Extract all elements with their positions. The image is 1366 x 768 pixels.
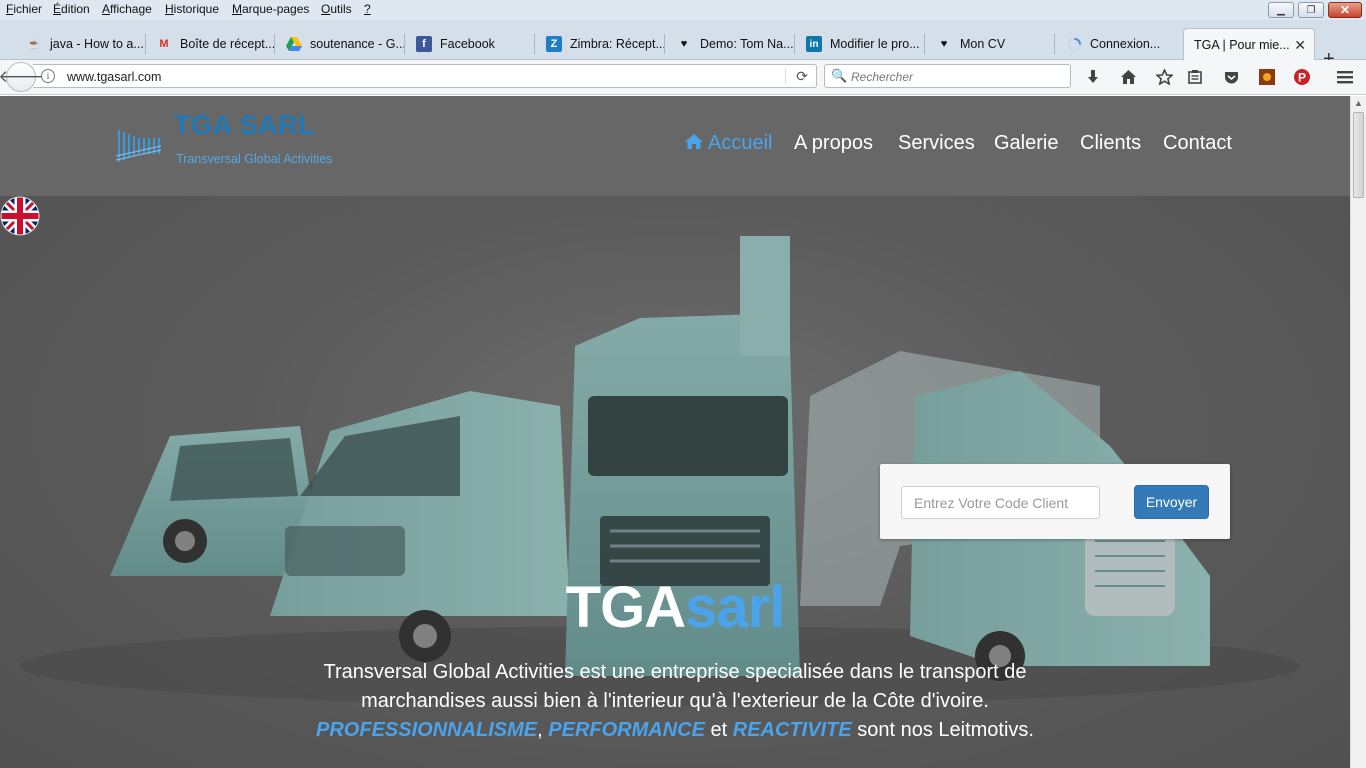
tga-logo-icon xyxy=(116,130,162,162)
tab-drive[interactable]: soutenance - G... xyxy=(274,28,405,60)
tab-connexion[interactable]: Connexion... xyxy=(1054,28,1182,60)
logo-title[interactable]: TGA SARL xyxy=(174,110,315,141)
menu-fichier[interactable]: Fichier xyxy=(6,2,42,16)
tab-tga-active[interactable]: TGA | Pour mie... ✕ xyxy=(1183,28,1315,60)
hero-tagline-tail: sont nos Leitmotivs. xyxy=(857,719,1034,741)
close-window-button[interactable]: ✕ xyxy=(1328,2,1362,18)
minimize-button[interactable]: ▁ xyxy=(1268,2,1294,18)
nav-clients[interactable]: Clients xyxy=(1080,132,1141,155)
reading-list-icon[interactable] xyxy=(1184,66,1206,88)
extension-icon[interactable] xyxy=(1256,66,1278,88)
tab-label: java - How to a... xyxy=(50,37,144,51)
hero-title: TGAsarl xyxy=(0,574,1350,641)
hero-title-sarl: sarl xyxy=(685,575,785,640)
tab-bar: ☕ java - How to a... M Boîte de récept... … xyxy=(0,20,1366,70)
tab-label: TGA | Pour mie... xyxy=(1194,37,1290,52)
menu-affichage[interactable]: Affichage xyxy=(102,2,152,16)
nav-toolbar: i www.tgasarl.com ⟳ 🡐 🔍 Rechercher P xyxy=(0,60,1366,95)
downloads-icon[interactable] xyxy=(1082,66,1104,88)
page-scrollbar[interactable]: ▲ xyxy=(1350,96,1366,768)
restore-icon: ❐ xyxy=(1306,4,1316,16)
envoyer-button[interactable]: Envoyer xyxy=(1134,485,1209,519)
keyword-reactivite: REACTIVITE xyxy=(732,719,852,741)
zimbra-icon: Z xyxy=(546,36,562,52)
close-icon: ✕ xyxy=(1339,3,1351,17)
nav-label: Accueil xyxy=(708,132,773,154)
svg-text:P: P xyxy=(1298,71,1306,85)
minimize-icon: ▁ xyxy=(1277,4,1285,16)
reload-icon[interactable]: ⟳ xyxy=(796,68,808,85)
home-icon[interactable] xyxy=(1117,66,1139,88)
uk-flag-language-icon[interactable] xyxy=(0,196,40,236)
client-code-input[interactable] xyxy=(901,486,1100,519)
bookmark-star-icon[interactable] xyxy=(1153,66,1175,88)
hero-description-text: Transversal Global Activities est une en… xyxy=(323,661,1027,712)
tab-label: Connexion... xyxy=(1090,37,1161,51)
gmail-icon: M xyxy=(159,38,169,50)
url-text[interactable]: www.tgasarl.com xyxy=(67,70,161,84)
web-page: TGA SARL Transversal Global Activities A… xyxy=(0,96,1350,768)
search-input[interactable]: 🔍 Rechercher xyxy=(824,64,1071,88)
site-header: TGA SARL Transversal Global Activities A… xyxy=(0,96,1350,196)
tab-demo[interactable]: ♥ Demo: Tom Na... xyxy=(664,28,795,60)
scrollbar-thumb[interactable] xyxy=(1353,112,1364,198)
close-tab-icon[interactable]: ✕ xyxy=(1294,37,1306,54)
keyword-performance: PERFORMANCE xyxy=(548,719,705,741)
nav-galerie[interactable]: Galerie xyxy=(994,132,1058,155)
hero-title-tga: TGA xyxy=(565,575,686,640)
menu-bar: Fichier Édition Affichage Historique Mar… xyxy=(0,0,1366,20)
google-drive-icon xyxy=(286,36,302,52)
logo-subtitle: Transversal Global Activities xyxy=(176,152,333,166)
tab-label: Boîte de récept... xyxy=(180,37,275,51)
restore-button[interactable]: ❐ xyxy=(1298,2,1324,18)
keyword-professionnalisme: PROFESSIONNALISME xyxy=(316,719,538,741)
menu-historique[interactable]: Historique xyxy=(165,2,219,16)
tab-label: Demo: Tom Na... xyxy=(700,37,794,51)
conjunction-et: et xyxy=(710,719,728,741)
nav-accueil[interactable]: Accueil xyxy=(684,132,772,155)
home-icon xyxy=(685,134,703,149)
tab-label: Mon CV xyxy=(960,37,1006,51)
loading-spinner-icon xyxy=(1066,36,1082,52)
nav-a-propos[interactable]: A propos xyxy=(794,132,873,155)
menu-help[interactable]: ? xyxy=(364,2,371,16)
url-bar[interactable]: i www.tgasarl.com ⟳ xyxy=(33,64,817,88)
tab-zimbra[interactable]: Z Zimbra: Récept... xyxy=(534,28,665,60)
tab-gmail[interactable]: M Boîte de récept... xyxy=(144,28,275,60)
nav-services[interactable]: Services xyxy=(898,132,975,155)
facebook-icon: f xyxy=(416,36,432,52)
search-icon: 🔍 xyxy=(831,68,848,83)
menu-edition[interactable]: Édition xyxy=(53,2,90,16)
search-placeholder: Rechercher xyxy=(851,70,914,84)
tab-java[interactable]: ☕ java - How to a... xyxy=(14,28,146,60)
tab-mon-cv[interactable]: ♥ Mon CV xyxy=(924,28,1055,60)
tab-facebook[interactable]: f Facebook xyxy=(404,28,535,60)
pinterest-icon[interactable]: P xyxy=(1291,66,1313,88)
tab-label: soutenance - G... xyxy=(310,37,405,51)
back-arrow-icon: 🡐 xyxy=(0,67,44,86)
back-button[interactable]: 🡐 xyxy=(0,62,44,92)
tab-linkedin[interactable]: in Modifier le pro... xyxy=(794,28,925,60)
separator-comma: , xyxy=(537,719,543,741)
pocket-icon[interactable] xyxy=(1220,66,1242,88)
tab-label: Modifier le pro... xyxy=(830,37,920,51)
java-icon: ☕ xyxy=(27,38,41,51)
menu-outils[interactable]: Outils xyxy=(321,2,352,16)
scroll-up-icon[interactable]: ▲ xyxy=(1354,98,1363,108)
heart-icon: ♥ xyxy=(680,38,688,50)
heart-icon: ♥ xyxy=(940,38,948,50)
nav-contact[interactable]: Contact xyxy=(1163,132,1232,155)
menu-marque-pages[interactable]: Marque-pages xyxy=(232,2,309,16)
hamburger-menu-icon[interactable] xyxy=(1334,66,1356,88)
tab-label: Zimbra: Récept... xyxy=(570,37,665,51)
hero-section: Envoyer TGAsarl Transversal Global Activ… xyxy=(0,196,1350,768)
hero-description: Transversal Global Activities est une en… xyxy=(300,658,1050,745)
tab-label: Facebook xyxy=(440,37,495,51)
linkedin-icon: in xyxy=(806,36,822,52)
client-code-form: Envoyer xyxy=(880,464,1230,539)
